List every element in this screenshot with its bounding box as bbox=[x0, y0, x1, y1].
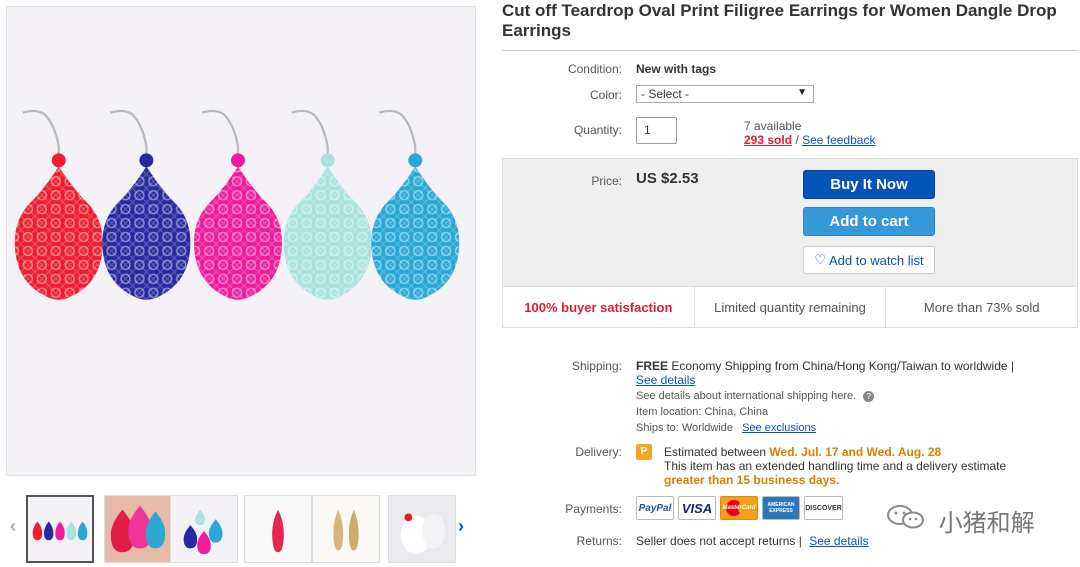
condition-value: New with tags bbox=[636, 62, 717, 76]
color-select[interactable]: - Select - ▼ bbox=[636, 85, 814, 103]
help-icon[interactable]: ? bbox=[863, 390, 875, 402]
thumbnail-6[interactable] bbox=[388, 495, 456, 563]
delivery-estimate-range: Wed. Jul. 17 and Wed. Aug. 28 bbox=[769, 445, 942, 459]
color-label: Color: bbox=[589, 88, 622, 102]
buy-it-now-button[interactable]: Buy It Now bbox=[803, 170, 935, 199]
sold-feedback-row: 293 sold / See feedback bbox=[744, 133, 875, 147]
delivery-note: This item has an extended handling time … bbox=[664, 459, 1007, 473]
earring-top bbox=[320, 153, 335, 168]
discover-logo: DISCOVER bbox=[804, 496, 843, 520]
condition-label: Condition: bbox=[567, 62, 622, 76]
earring-top bbox=[139, 153, 154, 168]
badge-percent-sold: More than 73% sold bbox=[923, 299, 1040, 315]
badge-satisfaction: 100% buyer satisfaction bbox=[503, 287, 695, 327]
intl-shipping-note: See details about international shipping… bbox=[636, 390, 875, 402]
returns-label: Returns: bbox=[576, 534, 622, 548]
ships-to-row: Ships to: Worldwide See exclusions bbox=[636, 422, 816, 434]
badge-limited-quantity: Limited quantity remaining bbox=[695, 287, 887, 327]
payments-label: Payments: bbox=[565, 502, 622, 516]
add-to-watch-list-button[interactable]: ♡ Add to watch list bbox=[803, 246, 935, 274]
thumbnail-5[interactable] bbox=[312, 495, 380, 563]
paypal-logo: PayPal bbox=[636, 496, 674, 520]
title-divider bbox=[502, 50, 1078, 51]
returns-text: Seller does not accept returns | bbox=[636, 534, 802, 548]
ships-to-value: Worldwide bbox=[681, 422, 734, 434]
price-label: Price: bbox=[591, 174, 622, 188]
thumbnail-strip: ‹ › bbox=[6, 494, 476, 567]
returns-row: Seller does not accept returns | See det… bbox=[636, 534, 869, 548]
item-location-value: China, China bbox=[704, 406, 769, 418]
amex-logo: AMERICAN EXPRESS bbox=[762, 496, 800, 520]
price-value: US $2.53 bbox=[636, 170, 699, 187]
separator: / bbox=[795, 133, 799, 147]
watermark-text: 小猪和解 bbox=[938, 510, 1035, 537]
thumbnail-3[interactable] bbox=[170, 495, 238, 563]
sold-count-link[interactable]: 293 sold bbox=[744, 133, 792, 147]
see-feedback-link[interactable]: See feedback bbox=[802, 133, 875, 147]
mastercard-logo: MasterCard bbox=[720, 496, 758, 520]
heart-icon: ♡ bbox=[814, 252, 826, 267]
delivery-note-highlight: greater than 15 business days. bbox=[664, 473, 840, 487]
item-location-label: Item location: bbox=[636, 406, 702, 418]
returns-see-details-link[interactable]: See details bbox=[809, 534, 868, 548]
earring-top bbox=[231, 153, 245, 168]
chevron-left-icon[interactable]: ‹ bbox=[10, 516, 16, 537]
wechat-icon bbox=[886, 504, 926, 537]
delivery-estimate-prefix: Estimated between bbox=[664, 445, 767, 459]
color-select-value: - Select - bbox=[641, 87, 690, 101]
see-exclusions-link[interactable]: See exclusions bbox=[742, 422, 816, 434]
earring-top bbox=[408, 153, 423, 168]
quantity-input[interactable]: 1 bbox=[636, 117, 677, 144]
badge-bar: 100% buyer satisfaction Limited quantity… bbox=[502, 286, 1078, 328]
caret-down-icon: ▼ bbox=[797, 87, 807, 98]
watermark: 小猪和解 bbox=[886, 503, 1035, 538]
watch-list-label: Add to watch list bbox=[829, 252, 924, 268]
earring-top bbox=[51, 153, 66, 168]
quantity-label: Quantity: bbox=[573, 123, 622, 137]
available-count: 7 available bbox=[744, 119, 802, 133]
mastercard-text: MasterCard bbox=[722, 505, 756, 511]
thumbnail-4[interactable] bbox=[244, 495, 312, 563]
visa-logo: VISA bbox=[678, 496, 716, 520]
ships-to-label: Ships to: bbox=[636, 422, 679, 434]
shipping-label: Shipping: bbox=[571, 359, 622, 373]
shipping-free: FREE bbox=[636, 359, 669, 373]
shipping-summary: FREE Economy Shipping from China/Hong Ko… bbox=[636, 359, 1014, 373]
earrings-photo bbox=[7, 7, 475, 475]
shipping-description: Economy Shipping from China/Hong Kong/Ta… bbox=[671, 359, 1014, 373]
chevron-right-icon[interactable]: › bbox=[458, 516, 464, 537]
delivery-flag-icon: P bbox=[636, 444, 652, 460]
thumbnail-2[interactable] bbox=[104, 495, 172, 563]
delivery-estimate: Estimated between Wed. Jul. 17 and Wed. … bbox=[664, 445, 941, 459]
main-product-image[interactable] bbox=[6, 6, 476, 476]
intl-shipping-text: See details about international shipping… bbox=[636, 390, 857, 402]
thumbnail-1[interactable] bbox=[26, 495, 94, 563]
shipping-see-details-link[interactable]: See details bbox=[636, 373, 695, 387]
delivery-label: Delivery: bbox=[575, 445, 622, 459]
add-to-cart-button[interactable]: Add to cart bbox=[803, 207, 935, 236]
item-location-row: Item location: China, China bbox=[636, 406, 768, 418]
product-title: Cut off Teardrop Oval Print Filigree Ear… bbox=[502, 1, 1057, 40]
